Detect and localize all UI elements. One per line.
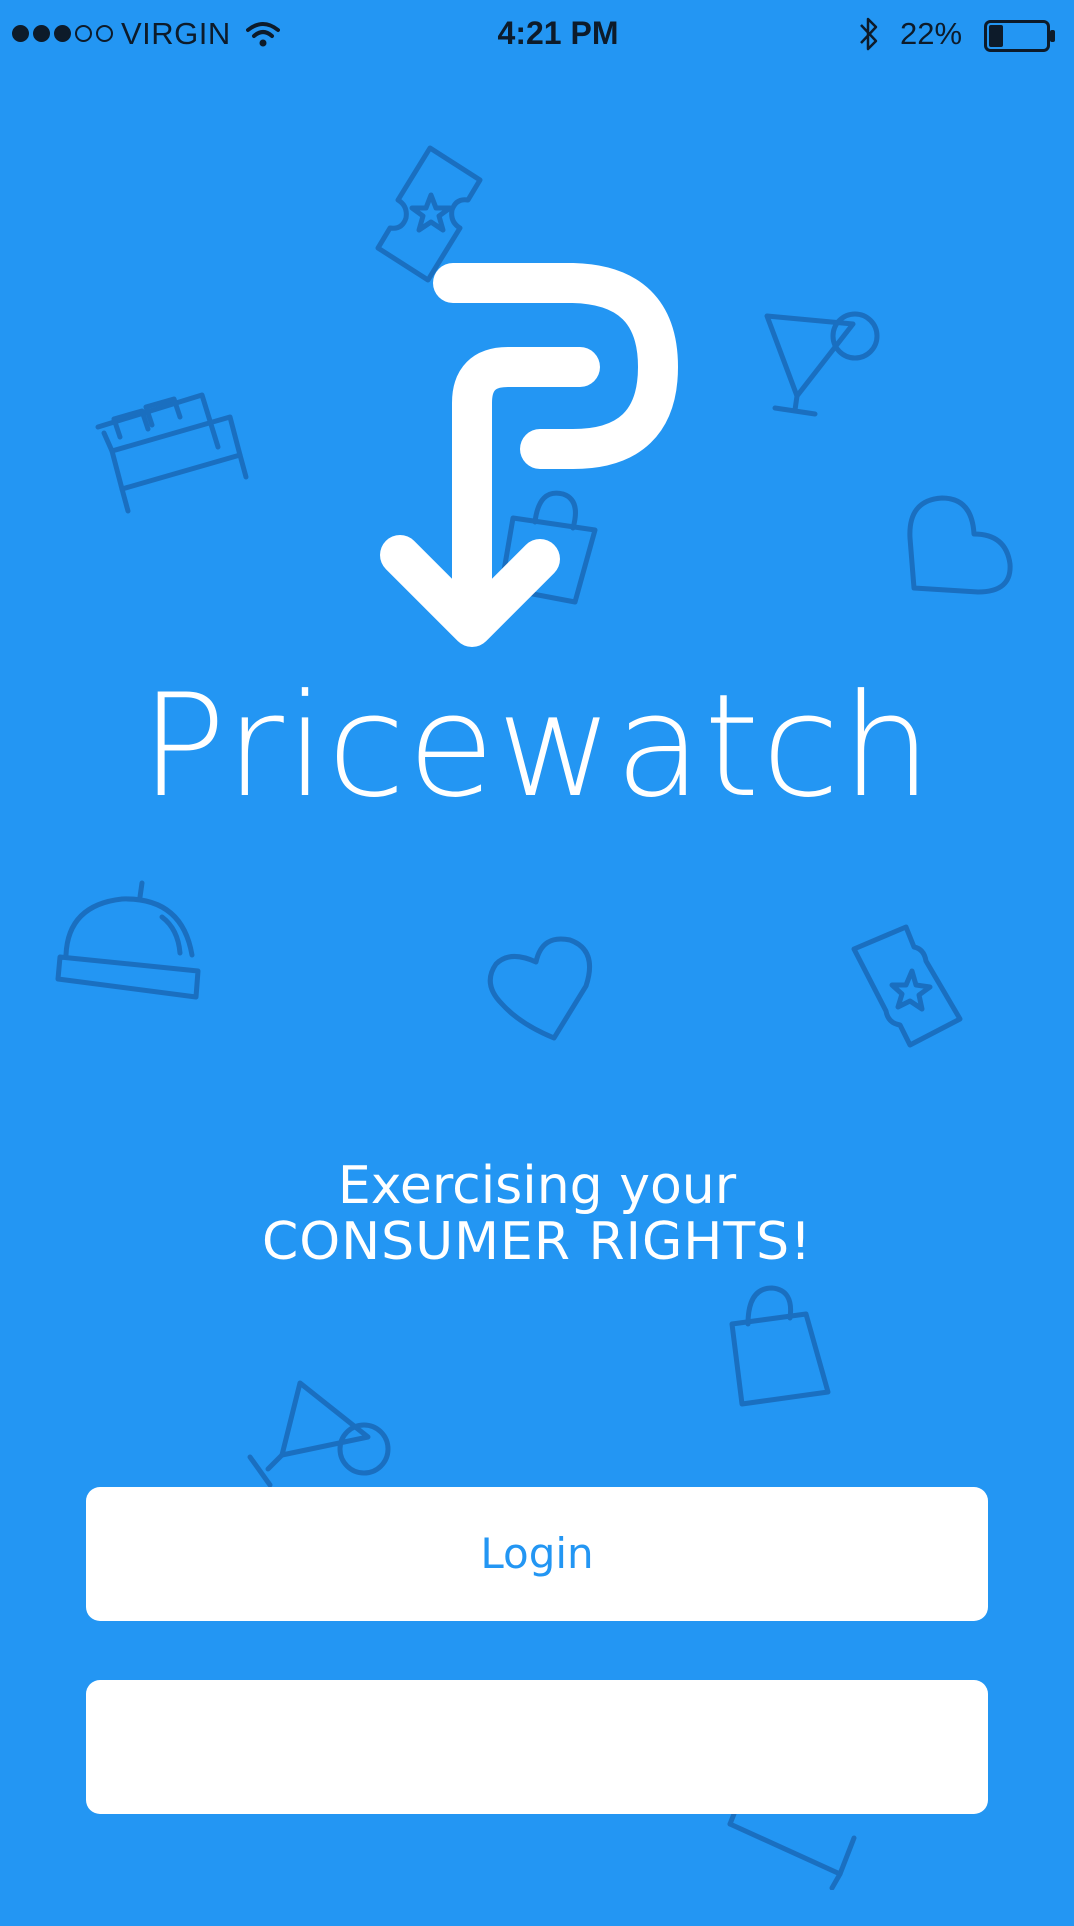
heart-icon	[487, 936, 592, 1041]
splash-screen: VIRGIN 4:21 PM 22% Pricewatch Exercising…	[0, 0, 1074, 1926]
cocktail-icon	[764, 311, 880, 417]
battery-icon	[984, 20, 1055, 52]
secondary-button[interactable]	[86, 1680, 988, 1814]
battery-percentage: 22%	[900, 16, 963, 51]
ticket-icon	[851, 924, 963, 1048]
tagline: Exercising your CONSUMER RIGHTS!	[0, 1158, 1074, 1270]
pricewatch-logo-icon	[380, 263, 678, 647]
heart-icon	[907, 495, 1013, 595]
service-bell-icon	[55, 880, 201, 1000]
app-title: Pricewatch	[140, 664, 934, 829]
login-button[interactable]: Login	[86, 1487, 988, 1621]
tagline-line-1: Exercising your	[337, 1156, 737, 1216]
status-bar: VIRGIN 4:21 PM 22%	[0, 0, 1074, 70]
bluetooth-icon	[860, 17, 878, 51]
bed-icon	[95, 392, 249, 514]
cocktail-icon	[247, 1380, 391, 1488]
tagline-line-2: CONSUMER RIGHTS!	[261, 1212, 813, 1272]
shopping-bag-icon	[729, 1285, 831, 1407]
